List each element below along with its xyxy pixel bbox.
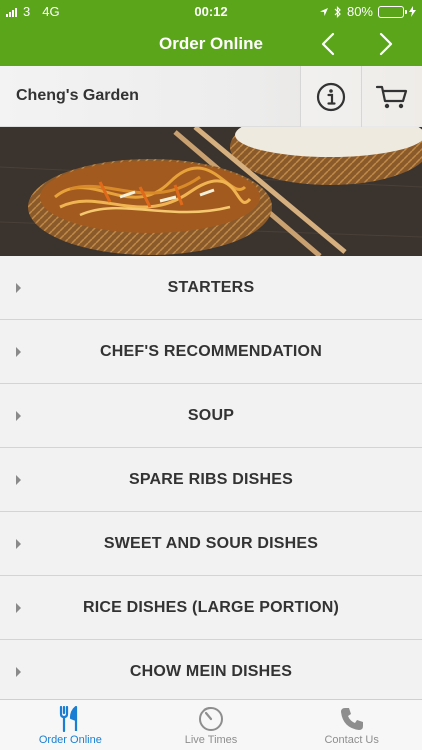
info-icon [316,82,346,111]
category-list: STARTERS CHEF'S RECOMMENDATION SOUP SPAR… [0,256,422,704]
tab-bar: Order Online Live Times Contact Us [0,699,422,750]
status-bar: 3 4G 00:12 80% [0,0,422,22]
battery-icon [378,5,407,18]
timer-icon [199,706,223,731]
location-arrow-icon [319,7,328,16]
page-title: Order Online [159,34,263,53]
cart-button[interactable] [361,66,422,127]
tab-live-times[interactable]: Live Times [141,700,282,750]
noodle-bowls-illustration [0,127,422,256]
prev-button[interactable] [312,28,344,60]
category-row[interactable]: RICE DISHES (LARGE PORTION) [0,576,422,640]
category-label: STARTERS [167,279,255,296]
bluetooth-icon [334,5,341,18]
cart-icon [375,85,408,108]
battery-percent: 80% [346,4,373,19]
category-row[interactable]: CHOW MEIN DISHES [0,640,422,704]
tab-label: Contact Us [324,734,379,746]
category-label: CHEF'S RECOMMENDATION [100,343,322,360]
next-button[interactable] [370,28,402,60]
category-row[interactable]: SOUP [0,384,422,448]
category-label: RICE DISHES (LARGE PORTION) [82,599,340,616]
category-row[interactable]: SWEET AND SOUR DISHES [0,512,422,576]
category-row[interactable]: CHEF'S RECOMMENDATION [0,320,422,384]
category-row[interactable]: SPARE RIBS DISHES [0,448,422,512]
fork-knife-icon [60,706,78,732]
category-label: SWEET AND SOUR DISHES [103,535,319,552]
restaurant-name: Cheng's Garden [16,87,139,104]
info-button[interactable] [300,66,361,127]
tab-label: Live Times [184,734,238,746]
chevron-left-icon [321,32,335,56]
nav-bar: Order Online [0,22,422,66]
category-label: SPARE RIBS DISHES [128,471,294,488]
tab-contact-us[interactable]: Contact Us [281,700,422,750]
charging-icon [409,6,416,17]
status-right: 80% [319,4,416,19]
hero-image [0,127,422,256]
tab-label: Order Online [38,734,102,746]
phone-icon [340,708,363,730]
tab-order-online[interactable]: Order Online [0,700,141,750]
category-row[interactable]: STARTERS [0,256,422,320]
restaurant-header: Cheng's Garden [0,66,422,127]
chevron-right-icon [379,32,393,56]
category-label: SOUP [187,407,235,424]
category-label: CHOW MEIN DISHES [129,663,293,680]
